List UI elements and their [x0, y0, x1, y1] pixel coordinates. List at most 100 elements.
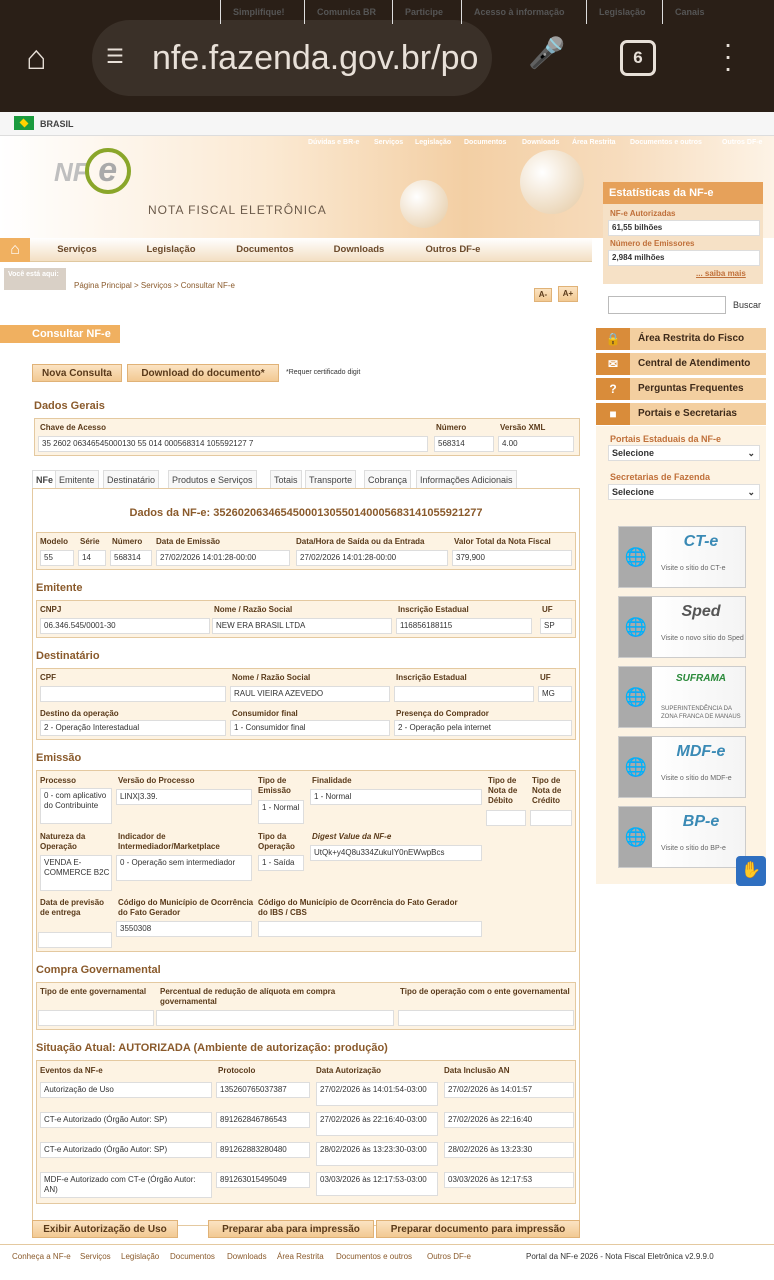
- search-button[interactable]: Buscar: [728, 296, 766, 314]
- tab-switcher-button[interactable]: 6: [620, 40, 656, 76]
- footer-link[interactable]: Legislação: [121, 1252, 159, 1261]
- nav-downloads[interactable]: Downloads: [320, 238, 398, 262]
- nav-documentos[interactable]: Documentos: [226, 238, 304, 262]
- print-document-button[interactable]: Preparar documento para impressão: [376, 1220, 580, 1238]
- mdfe-banner[interactable]: 🌐 MDF-e Visite o sítio do MDF-e: [618, 736, 746, 798]
- final-consumer-value: 1 - Consumidor final: [230, 720, 390, 736]
- portals-link[interactable]: ■ Portais e Secretarias: [596, 403, 766, 425]
- event-name[interactable]: MDF-e Autorizado com CT-e (Órgão Autor: …: [40, 1172, 212, 1198]
- series-value: 14: [78, 550, 106, 566]
- gov-entity-value: [38, 1010, 154, 1026]
- tab-totais[interactable]: Totais: [270, 470, 302, 488]
- tab-destinatario[interactable]: Destinatário: [103, 470, 160, 488]
- delivery-forecast-value: [38, 932, 112, 948]
- address-bar[interactable]: nfe.fazenda.gov.br/po: [92, 20, 492, 96]
- tab-nfe[interactable]: NFe: [32, 470, 58, 488]
- tab-emitente[interactable]: Emitente: [55, 470, 99, 488]
- gov-operation-value: [398, 1010, 574, 1026]
- nav-servicos[interactable]: Serviços: [38, 238, 116, 262]
- footer-link[interactable]: Outros DF-e: [427, 1252, 471, 1261]
- gov-country[interactable]: BRASIL: [40, 112, 74, 136]
- support-center-link[interactable]: ✉ Central de Atendimento: [596, 353, 766, 375]
- question-icon: ?: [596, 378, 630, 400]
- footer-link[interactable]: Downloads: [227, 1252, 267, 1261]
- gov-link-participe[interactable]: Participe: [392, 0, 455, 24]
- top-link[interactable]: Documentos e outros: [630, 139, 702, 146]
- bpe-banner[interactable]: 🌐 BP-e Visite o sítio do BP-e: [618, 806, 746, 868]
- lock-icon: 🔒: [596, 328, 630, 350]
- brazil-flag-icon: [14, 116, 34, 130]
- sped-banner[interactable]: 🌐 Sped Visite o novo sítio do Sped: [618, 596, 746, 658]
- decor-coin: [400, 180, 448, 228]
- top-link[interactable]: Documentos: [464, 139, 506, 146]
- stats-auth-value: 61,55 bilhões: [608, 220, 760, 236]
- event-name[interactable]: CT-e Autorizado (Órgão Autor: SP): [40, 1142, 212, 1158]
- gov-link-canais[interactable]: Canais: [662, 0, 717, 24]
- gov-link-simplifique[interactable]: Simplifique!: [220, 0, 297, 24]
- footer-link[interactable]: Documentos e outros: [336, 1252, 412, 1261]
- top-link[interactable]: Dúvidas e BR-e: [308, 139, 359, 146]
- tab-info-adicionais[interactable]: Informações Adicionais: [416, 470, 517, 488]
- new-query-button[interactable]: Nova Consulta: [32, 364, 122, 382]
- tab-cobranca[interactable]: Cobrança: [364, 470, 412, 488]
- home-icon[interactable]: ⌂: [26, 38, 66, 78]
- gov-bar: [0, 112, 774, 136]
- footer-link[interactable]: Documentos: [170, 1252, 215, 1261]
- total-value-label: Valor Total da Nota Fiscal: [454, 537, 551, 546]
- top-link[interactable]: Downloads: [522, 139, 559, 146]
- tab-produtos[interactable]: Produtos e Serviços: [168, 470, 257, 488]
- recipient-ie-label: Inscrição Estadual: [396, 673, 467, 682]
- home-nav-icon[interactable]: ⌂: [0, 238, 30, 262]
- top-link[interactable]: Serviços: [374, 139, 403, 146]
- debit-type-value: [486, 810, 526, 826]
- process-version-value: LINX|3.39.: [116, 789, 252, 805]
- tab-transporte[interactable]: Transporte: [305, 470, 357, 488]
- faq-label: Perguntas Frequentes: [638, 383, 744, 394]
- logo-subtitle: NOTA FISCAL ELETRÔNICA: [148, 203, 327, 217]
- menu-icon[interactable]: · · ·: [720, 30, 736, 82]
- print-tab-button[interactable]: Preparar aba para impressão: [208, 1220, 374, 1238]
- show-authorization-button[interactable]: Exibir Autorização de Uso: [32, 1220, 178, 1238]
- finance-secretariats-select[interactable]: Selecione ⌄: [608, 484, 760, 500]
- restricted-area-link[interactable]: 🔒 Área Restrita do Fisco: [596, 328, 766, 350]
- event-name[interactable]: CT-e Autorizado (Órgão Autor: SP): [40, 1112, 212, 1128]
- download-document-button[interactable]: Download do documento*: [127, 364, 279, 382]
- event-protocol: 891263015495049: [216, 1172, 310, 1188]
- faq-link[interactable]: ? Perguntas Frequentes: [596, 378, 766, 400]
- microphone-icon[interactable]: 🎤: [528, 36, 565, 76]
- footer-link[interactable]: Conheça a NF-e: [12, 1252, 71, 1261]
- operation-type-label: Tipo da Operação: [258, 832, 295, 851]
- font-decrease-button[interactable]: A-: [534, 288, 552, 302]
- gov-link-comunica[interactable]: Comunica BR: [304, 0, 388, 24]
- footer-link[interactable]: Área Restrita: [277, 1252, 324, 1261]
- gov-link-legislacao[interactable]: Legislação: [586, 0, 658, 24]
- cte-banner[interactable]: 🌐 CT-e Visite o sítio do CT-e: [618, 526, 746, 588]
- issuer-name-label: Nome / Razão Social: [214, 605, 293, 614]
- digest-label: Digest Value da NF-e: [312, 832, 392, 841]
- stats-more-link[interactable]: ... saiba mais: [696, 269, 746, 278]
- nfe-logo[interactable]: NF e: [54, 148, 131, 194]
- emission-type-value: 1 - Normal: [258, 800, 304, 824]
- state-portals-select[interactable]: Selecione ⌄: [608, 445, 760, 461]
- gov-purchase-title: Compra Governamental: [36, 964, 161, 976]
- event-name[interactable]: Autorização de Uso: [40, 1082, 212, 1098]
- site-settings-icon[interactable]: ☰: [106, 44, 140, 72]
- top-link[interactable]: Legislação: [415, 139, 451, 146]
- gov-entity-label: Tipo de ente governamental: [40, 987, 147, 996]
- portals-label: Portais e Secretarias: [638, 408, 737, 419]
- top-link[interactable]: Área Restrita: [572, 139, 616, 146]
- breadcrumb[interactable]: Página Principal > Serviços > Consultar …: [74, 281, 235, 290]
- nav-outros[interactable]: Outros DF-e: [414, 238, 492, 262]
- nav-legislacao[interactable]: Legislação: [132, 238, 210, 262]
- accessibility-icon[interactable]: ✋: [736, 856, 766, 886]
- top-link[interactable]: Outros DF-e: [722, 139, 762, 146]
- intermediary-label: Indicador de Intermediador/Marketplace: [118, 832, 220, 851]
- cnpj-value: 06.346.545/0001-30: [40, 618, 210, 634]
- search-input[interactable]: [608, 296, 726, 314]
- number-label: Número: [436, 423, 467, 432]
- font-increase-button[interactable]: A+: [558, 286, 578, 302]
- footer-link[interactable]: Serviços: [80, 1252, 111, 1261]
- page-title: Consultar NF-e: [0, 325, 120, 343]
- gov-link-acesso[interactable]: Acesso à informação: [461, 0, 577, 24]
- suframa-banner[interactable]: 🌐 SUFRAMA SUPERINTENDÊNCIA DA ZONA FRANCA …: [618, 666, 746, 728]
